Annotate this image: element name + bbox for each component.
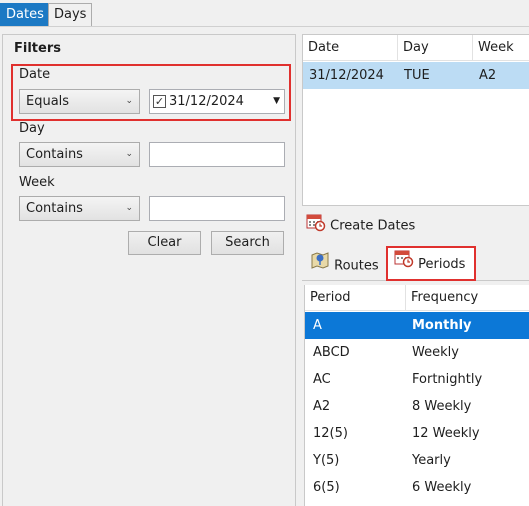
tab-days[interactable]: Days bbox=[48, 3, 93, 27]
week-operator-value: Contains bbox=[26, 201, 83, 216]
cell-frequency: Monthly bbox=[412, 318, 472, 333]
day-filter-input[interactable] bbox=[149, 142, 285, 167]
week-filter-input[interactable] bbox=[149, 196, 285, 221]
cell-frequency: Weekly bbox=[412, 345, 459, 360]
week-filter-label: Week bbox=[19, 175, 55, 190]
day-filter-label: Day bbox=[19, 121, 45, 136]
cell-period: 6(5) bbox=[313, 480, 340, 495]
table-row[interactable]: AC Fortnightly bbox=[305, 366, 529, 393]
tab-routes-label: Routes bbox=[334, 258, 379, 274]
cell-frequency: 12 Weekly bbox=[412, 426, 480, 441]
cell-period: 12(5) bbox=[313, 426, 348, 441]
cell-period: AC bbox=[313, 372, 331, 387]
table-row[interactable]: 6(5) 6 Weekly bbox=[305, 474, 529, 501]
column-header-frequency[interactable]: Frequency bbox=[406, 285, 529, 311]
calendar-clock-icon bbox=[394, 248, 414, 281]
cell-frequency: Yearly bbox=[412, 453, 451, 468]
table-row[interactable]: A Monthly bbox=[305, 312, 529, 339]
tab-periods-label: Periods bbox=[418, 257, 466, 272]
chevron-down-icon: ⌄ bbox=[125, 149, 133, 159]
tab-periods[interactable]: Periods bbox=[386, 246, 476, 281]
cell-week: A2 bbox=[479, 68, 497, 83]
cell-period: ABCD bbox=[313, 345, 350, 360]
periods-grid: Period Frequency A Monthly ABCD Weekly A… bbox=[304, 285, 529, 506]
day-operator-select[interactable]: Contains ⌄ bbox=[19, 142, 140, 167]
table-row[interactable]: 12(5) 12 Weekly bbox=[305, 420, 529, 447]
table-row[interactable]: Y(5) Yearly bbox=[305, 447, 529, 474]
cell-period: Y(5) bbox=[313, 453, 340, 468]
create-dates-label: Create Dates bbox=[330, 218, 416, 234]
create-dates-button[interactable]: Create Dates bbox=[306, 212, 415, 234]
calendar-add-icon bbox=[306, 212, 326, 240]
cell-frequency: 8 Weekly bbox=[412, 399, 472, 414]
cell-period: A2 bbox=[313, 399, 331, 414]
column-header-week[interactable]: Week bbox=[473, 35, 529, 61]
dates-grid: Date Day Week 31/12/2024 TUE A2 bbox=[302, 34, 529, 206]
column-header-date[interactable]: Date bbox=[303, 35, 398, 61]
tab-routes[interactable]: Routes bbox=[310, 250, 379, 280]
tab-dates[interactable]: Dates bbox=[0, 3, 50, 27]
column-header-period[interactable]: Period bbox=[305, 285, 406, 311]
table-row[interactable]: ABCD Weekly bbox=[305, 339, 529, 366]
clear-button[interactable]: Clear bbox=[128, 231, 201, 255]
cell-frequency: Fortnightly bbox=[412, 372, 483, 387]
week-operator-select[interactable]: Contains ⌄ bbox=[19, 196, 140, 221]
table-row[interactable]: 31/12/2024 TUE A2 bbox=[303, 62, 529, 89]
route-map-icon bbox=[310, 250, 330, 282]
date-filter-highlight bbox=[11, 64, 291, 121]
table-row[interactable]: A2 8 Weekly bbox=[305, 393, 529, 420]
periods-grid-header: Period Frequency bbox=[305, 285, 529, 311]
cell-date: 31/12/2024 bbox=[309, 68, 384, 83]
filters-title: Filters bbox=[14, 41, 61, 56]
day-operator-value: Contains bbox=[26, 147, 83, 162]
cell-period: A bbox=[313, 318, 322, 333]
chevron-down-icon: ⌄ bbox=[125, 203, 133, 213]
dates-grid-header: Date Day Week bbox=[303, 35, 529, 61]
search-button[interactable]: Search bbox=[211, 231, 284, 255]
cell-day: TUE bbox=[404, 68, 430, 83]
tab-strip-divider bbox=[0, 26, 529, 27]
column-header-day[interactable]: Day bbox=[398, 35, 473, 61]
cell-frequency: 6 Weekly bbox=[412, 480, 472, 495]
